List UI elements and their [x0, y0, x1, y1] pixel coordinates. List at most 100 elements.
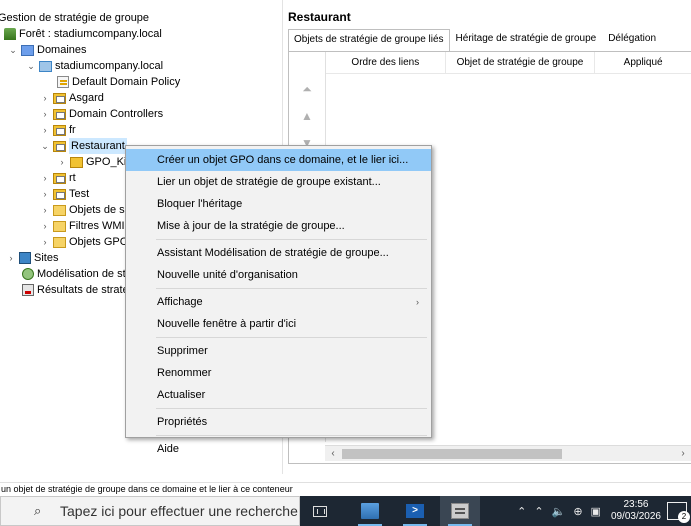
chevron-right-icon[interactable]: › [40, 186, 50, 202]
menu-item-new-window[interactable]: Nouvelle fenêtre à partir d'ici [126, 313, 431, 335]
chevron-down-icon[interactable]: ⌄ [26, 58, 36, 74]
menu-item-label: Actualiser [157, 389, 206, 401]
tree-item-domain[interactable]: ⌄ stadiumcompany.local [26, 58, 163, 74]
column-header-link-order[interactable]: Ordre des liens [326, 52, 446, 73]
chevron-down-icon[interactable]: ⌄ [8, 42, 18, 58]
sites-icon [19, 252, 31, 264]
tree-item-gpo-ki[interactable]: › GPO_Ki [57, 154, 127, 170]
context-menu: Créer un objet GPO dans ce domaine, et l… [125, 145, 432, 455]
results-icon [22, 284, 34, 296]
tree-item-label: Objets de s [69, 204, 125, 216]
menu-item-view[interactable]: Affichage › [126, 291, 431, 313]
tab-inheritance[interactable]: Héritage de stratégie de groupe [450, 28, 603, 50]
tree-item-label: Default Domain Policy [72, 76, 181, 88]
tree-item-label: Sites [34, 252, 59, 264]
notification-badge: 2 [678, 511, 690, 523]
ou-icon [53, 188, 66, 200]
menu-item-link-existing-gpo[interactable]: Lier un objet de stratégie de groupe exi… [126, 171, 431, 193]
search-placeholder: Tapez ici pour effectuer une recherche [60, 503, 298, 519]
task-view-button[interactable] [300, 496, 340, 526]
container-title: Restaurant [288, 10, 351, 24]
menu-separator [156, 239, 427, 240]
modeling-icon [22, 268, 34, 280]
menu-item-properties[interactable]: Propriétés [126, 411, 431, 433]
column-header-enforced[interactable]: Appliqué [595, 52, 691, 73]
menu-item-label: Créer un objet GPO dans ce domaine, et l… [157, 154, 409, 166]
tree-item-starter-gpos[interactable]: › Objets GPC [40, 234, 128, 250]
menu-item-block-inheritance[interactable]: Bloquer l'héritage [126, 193, 431, 215]
tree-item-rt[interactable]: › rt [40, 170, 76, 186]
menu-item-delete[interactable]: Supprimer [126, 340, 431, 362]
menu-item-gp-update[interactable]: Mise à jour de la stratégie de groupe... [126, 215, 431, 237]
menu-item-new-ou[interactable]: Nouvelle unité d'organisation [126, 264, 431, 286]
menu-item-label: Bloquer l'héritage [157, 198, 243, 210]
move-top-icon[interactable]: ⏶ [299, 82, 315, 100]
menu-item-label: Supprimer [157, 345, 208, 357]
taskbar-app-gpmc[interactable] [440, 496, 480, 526]
network-icon[interactable]: ⊕ [573, 505, 582, 518]
tab-linked-gpos[interactable]: Objets de stratégie de groupe liés [288, 29, 450, 51]
tree-item-domains[interactable]: ⌄ Domaines [8, 42, 87, 58]
chevron-right-icon[interactable]: › [40, 106, 50, 122]
taskbar-app-powershell[interactable]: > [395, 496, 435, 526]
menu-item-label: Propriétés [157, 416, 208, 428]
show-hidden-icons-icon[interactable]: ⌃ [517, 505, 526, 518]
menu-item-rename[interactable]: Renommer [126, 362, 431, 384]
chevron-right-icon[interactable]: › [40, 234, 50, 250]
chevron-right-icon[interactable]: › [40, 170, 50, 186]
tree-item-sites[interactable]: › Sites [6, 250, 58, 266]
notification-center-icon[interactable]: 2 [667, 502, 690, 523]
move-up-icon[interactable]: ▲ [299, 109, 315, 127]
tree-item-domain-controllers[interactable]: › Domain Controllers [40, 106, 164, 122]
chevron-right-icon[interactable]: › [40, 202, 50, 218]
volume-muted-icon[interactable]: 🔈 [552, 505, 566, 518]
tree-item-test[interactable]: › Test [40, 186, 90, 202]
tree-item-label: Test [69, 188, 90, 200]
tree-item-wmi-filters[interactable]: › Filtres WMI [40, 218, 125, 234]
tree-item-gpm-root[interactable]: Gestion de stratégie de groupe [0, 10, 149, 26]
gpo-link-icon [57, 76, 69, 88]
chevron-right-icon[interactable]: › [40, 122, 50, 138]
tree-item-label: Filtres WMI [69, 220, 125, 232]
menu-separator [156, 435, 427, 436]
menu-item-refresh[interactable]: Actualiser [126, 384, 431, 406]
column-header-gpo[interactable]: Objet de stratégie de groupe [446, 52, 596, 73]
chevron-right-icon[interactable]: › [40, 218, 50, 234]
tree-item-label: rt [69, 172, 76, 184]
chevron-right-icon[interactable]: › [57, 154, 67, 170]
domains-icon [21, 44, 34, 56]
keyboard-icon[interactable]: ▣ [591, 505, 601, 518]
tray-chevron-icon[interactable]: ⌃ [534, 505, 543, 518]
clock[interactable]: 23:56 09/03/2026 [611, 499, 661, 523]
menu-separator [156, 288, 427, 289]
tree-item-restaurant[interactable]: ⌄ Restaurant [40, 138, 127, 154]
powershell-icon: > [406, 504, 424, 518]
tree-item-label: fr [69, 124, 76, 136]
menu-separator [156, 408, 427, 409]
scroll-right-icon[interactable]: › [675, 446, 691, 462]
menu-item-help[interactable]: Aide [126, 438, 431, 460]
tree-item-label: Domaines [37, 44, 87, 56]
menu-item-label: Mise à jour de la stratégie de groupe... [157, 220, 345, 232]
tree-item-modeling[interactable]: Modélisation de st [22, 266, 126, 282]
menu-item-modeling-wizard[interactable]: Assistant Modélisation de stratégie de g… [126, 242, 431, 264]
tree-item-label: Gestion de stratégie de groupe [0, 12, 150, 24]
table-header: Ordre des liens Objet de stratégie de gr… [326, 52, 691, 74]
tab-delegation[interactable]: Délégation [602, 28, 662, 50]
tree-item-asgard[interactable]: › Asgard [40, 90, 104, 106]
taskbar-search[interactable]: ⌕ Tapez ici pour effectuer une recherche [0, 496, 300, 526]
menu-item-create-gpo-link[interactable]: Créer un objet GPO dans ce domaine, et l… [126, 149, 431, 171]
tree-item-gpo-objects[interactable]: › Objets de s [40, 202, 125, 218]
tree-item-fr[interactable]: › fr [40, 122, 76, 138]
chevron-right-icon[interactable]: › [40, 90, 50, 106]
taskbar-app-server-manager[interactable] [350, 496, 390, 526]
chevron-down-icon[interactable]: ⌄ [40, 138, 50, 154]
ou-icon [53, 108, 66, 120]
tree-item-default-domain-policy[interactable]: Default Domain Policy [57, 74, 180, 90]
tree-item-results[interactable]: Résultats de straté [22, 282, 129, 298]
tree-item-label: Domain Controllers [69, 108, 164, 120]
tree-item-forest[interactable]: Forêt : stadiumcompany.local [4, 26, 162, 42]
chevron-right-icon[interactable]: › [6, 250, 16, 266]
tab-strip: Objets de stratégie de groupe liés Hérit… [288, 28, 662, 51]
menu-item-label: Aide [157, 443, 180, 455]
